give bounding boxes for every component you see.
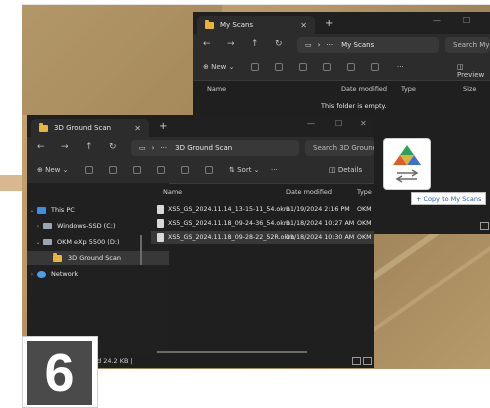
nav-item-3d-ground-scan[interactable]: 3D Ground Scan [27, 251, 169, 265]
cut-icon[interactable] [85, 166, 93, 174]
folder-icon [39, 122, 48, 132]
folder-icon [205, 19, 214, 29]
search-input[interactable]: Search 3D Ground Sc [305, 140, 374, 156]
computer-icon: ▭ [139, 144, 146, 152]
network-icon [37, 270, 46, 278]
search-input[interactable]: Search My Scans [445, 37, 490, 53]
new-tab-button[interactable]: + [325, 18, 333, 29]
paste-icon[interactable] [299, 63, 307, 71]
share-icon[interactable] [347, 63, 355, 71]
command-bar: ⊕ New ⌄ ⇅ Sort ⌄ ··· ◫ Details [27, 159, 374, 184]
rename-icon[interactable] [323, 63, 331, 71]
column-header: Name Date modified Type [163, 188, 372, 196]
tiles-view-icon[interactable] [363, 357, 372, 365]
chevron-down-icon[interactable]: ⌄ [27, 207, 37, 214]
copy-icon[interactable] [275, 63, 283, 71]
folder-icon [53, 252, 62, 262]
computer-icon [37, 206, 46, 214]
chevron-right-icon[interactable]: › [27, 271, 37, 278]
maximize-button[interactable]: ☐ [463, 16, 470, 25]
paste-icon[interactable] [133, 166, 141, 174]
minimize-button[interactable]: — [433, 16, 441, 25]
explorer-window-3d-ground-scan: 3D Ground Scan ✕ + — ☐ ✕ ← → ↑ ↻ ▭ › ···… [27, 115, 374, 368]
maximize-button[interactable]: ☐ [335, 119, 342, 128]
file-icon [157, 205, 164, 214]
new-button[interactable]: ⊕ New ⌄ [37, 166, 68, 174]
computer-icon: ▭ [305, 41, 312, 49]
column-header: Name Date modified Type Size [207, 85, 477, 93]
view-toggle-icon[interactable] [480, 222, 489, 230]
rename-icon[interactable] [157, 166, 165, 174]
chevron-down-icon[interactable]: ⌄ [33, 239, 43, 246]
delete-icon[interactable] [371, 63, 379, 71]
navigation-pane: ⌄ This PC › Windows-SSD (C:) ⌄ OKM eXp 5… [27, 183, 169, 354]
new-tab-button[interactable]: + [159, 121, 167, 132]
details-view-icon[interactable] [352, 357, 361, 365]
refresh-icon[interactable]: ↻ [109, 142, 117, 152]
new-button[interactable]: ⊕ New ⌄ [203, 63, 234, 71]
drive-icon [43, 239, 52, 245]
path-label: My Scans [341, 41, 375, 49]
title-bar: My Scans ✕ + — ☐ [193, 12, 490, 34]
refresh-icon[interactable]: ↻ [275, 39, 283, 49]
status-text: d 24.2 KB | [97, 357, 133, 365]
more-options-button[interactable]: ··· [271, 166, 278, 174]
delete-icon[interactable] [205, 166, 213, 174]
okm-file-icon [393, 145, 421, 183]
back-arrow-icon[interactable]: ← [203, 39, 211, 49]
file-row[interactable]: XS5_GS_2024.11.18_09-24-36_54.okm 11/18/… [151, 217, 374, 230]
close-window-button[interactable]: ✕ [360, 119, 367, 128]
horizontal-scrollbar[interactable] [157, 351, 307, 353]
nav-item-this-pc[interactable]: ⌄ This PC [27, 203, 169, 217]
file-row[interactable]: XS5_GS_2024.11.14_13-15-11_54.okm 11/19/… [151, 203, 374, 216]
file-icon [157, 233, 164, 242]
file-row-selected[interactable]: XS5_GS_2024.11.18_09-28-22_52R.okm 11/18… [151, 231, 374, 244]
drive-icon [43, 223, 52, 229]
empty-folder-message: This folder is empty. [321, 102, 387, 110]
more-options-button[interactable]: ··· [397, 63, 404, 71]
path-field[interactable]: ▭ › ··· My Scans [297, 37, 439, 53]
nav-item-windows-ssd[interactable]: › Windows-SSD (C:) [27, 219, 169, 233]
forward-arrow-icon[interactable]: → [61, 142, 69, 152]
forward-arrow-icon[interactable]: → [227, 39, 235, 49]
up-arrow-icon[interactable]: ↑ [85, 142, 93, 152]
file-icon [157, 219, 164, 228]
title-bar: 3D Ground Scan ✕ + — ☐ ✕ [27, 115, 374, 137]
path-field[interactable]: ▭ › ··· 3D Ground Scan [131, 140, 299, 156]
nav-scrollbar[interactable] [140, 235, 142, 265]
sort-button[interactable]: ⇅ Sort ⌄ [229, 166, 260, 174]
tab-title: My Scans [220, 21, 254, 29]
nav-item-network[interactable]: › Network [27, 267, 169, 281]
address-bar: ← → ↑ ↻ ▭ › ··· My Scans Search My Scans [193, 34, 490, 56]
tab-my-scans[interactable]: My Scans ✕ [197, 16, 315, 34]
copy-tooltip: + Copy to My Scans [411, 192, 487, 205]
share-icon[interactable] [181, 166, 189, 174]
up-arrow-icon[interactable]: ↑ [251, 39, 259, 49]
minimize-button[interactable]: — [307, 119, 315, 128]
chevron-right-icon[interactable]: › [33, 223, 43, 230]
close-tab-icon[interactable]: ✕ [300, 21, 307, 30]
close-tab-icon[interactable]: ✕ [134, 124, 141, 133]
path-label: 3D Ground Scan [175, 144, 233, 152]
details-button[interactable]: ◫ Details [329, 166, 362, 174]
step-number: 6 [27, 341, 92, 405]
tab-3d-ground-scan[interactable]: 3D Ground Scan ✕ [31, 119, 149, 137]
address-bar: ← → ↑ ↻ ▭ › ··· 3D Ground Scan Search 3D… [27, 137, 374, 159]
nav-item-okm-drive[interactable]: ⌄ OKM eXp 5500 (D:) [27, 235, 169, 249]
copy-icon[interactable] [109, 166, 117, 174]
back-arrow-icon[interactable]: ← [37, 142, 45, 152]
drag-preview [383, 138, 431, 190]
tab-title: 3D Ground Scan [54, 124, 112, 132]
preview-button[interactable]: ◫ Preview [457, 63, 490, 79]
cut-icon[interactable] [251, 63, 259, 71]
command-bar: ⊕ New ⌄ ··· ◫ Preview [193, 56, 490, 81]
